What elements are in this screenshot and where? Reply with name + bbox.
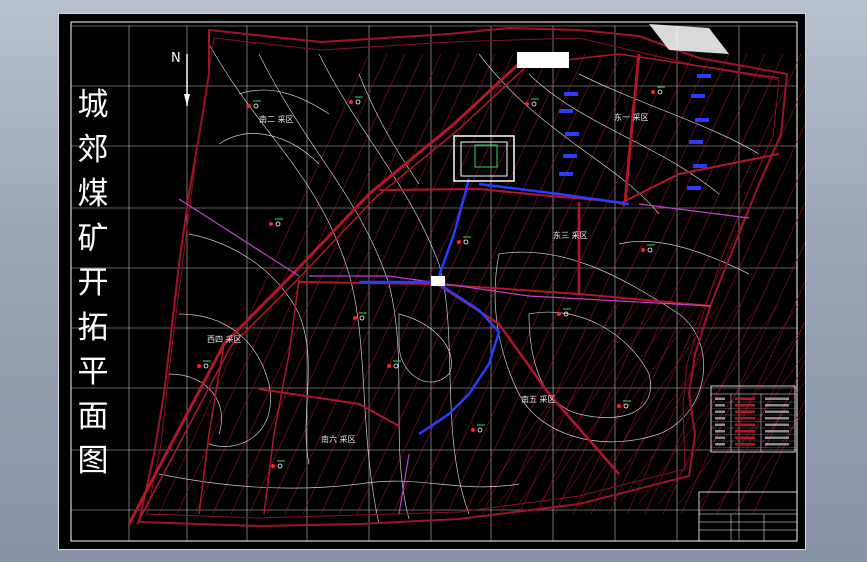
title-block [698, 491, 798, 542]
zone-label: 南五 采区 [521, 394, 556, 404]
title-char: 矿 [77, 220, 109, 257]
purple-lines [178, 198, 750, 515]
title-char: 郊 [77, 131, 109, 168]
zone-label: 南二 采区 [259, 114, 294, 124]
title-char: 面 [77, 398, 109, 435]
seam-lines [158, 53, 805, 515]
north-label: N [171, 51, 181, 66]
title-char: 拓 [77, 309, 109, 346]
mine-field-boundary [137, 26, 789, 528]
contour-lines [158, 43, 760, 525]
title-char: 城 [77, 87, 109, 123]
north-arrow: N [171, 51, 190, 106]
main-shafts [359, 178, 630, 436]
mine-plan-drawing[interactable]: 南二 采区 东一 采区 东三 采区 西四 采区 南五 采区 南六 采区 N [59, 14, 805, 549]
zone-label: 东一 采区 [614, 112, 649, 122]
title-char: 煤 [77, 176, 109, 212]
surface-building [517, 52, 569, 68]
zone-label: 西四 采区 [207, 334, 242, 344]
hatched-area [649, 24, 729, 54]
title-char: 图 [77, 443, 109, 479]
zone-label: 东三 采区 [553, 230, 588, 240]
title-char: 平 [77, 354, 109, 390]
drawing-viewport[interactable]: 南二 采区 东一 采区 东三 采区 西四 采区 南五 采区 南六 采区 N [58, 13, 806, 550]
zone-label: 南六 采区 [321, 434, 356, 444]
roadways [127, 53, 780, 525]
inner-boundary [146, 37, 780, 519]
title-char: 开 [77, 265, 109, 301]
